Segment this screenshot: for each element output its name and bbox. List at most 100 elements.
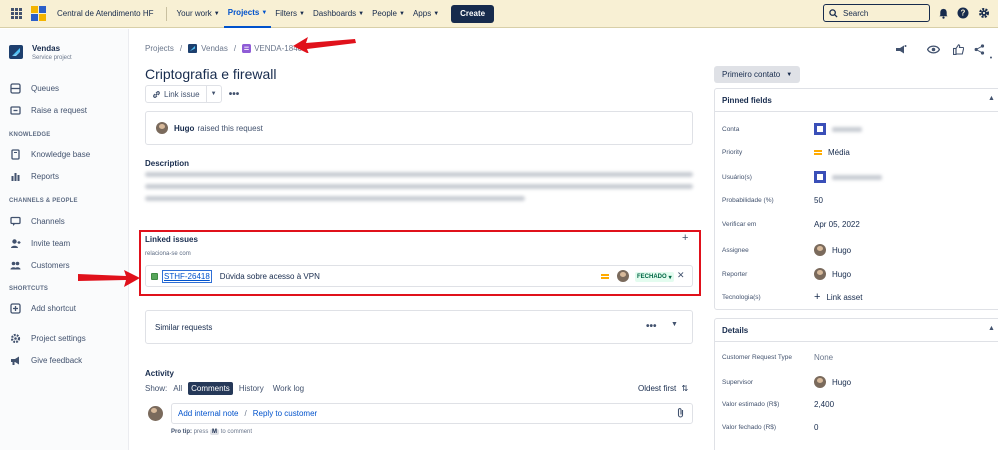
user-logo-icon [814,171,826,183]
app-switcher-icon[interactable] [11,8,22,19]
more-actions-icon[interactable]: ••• [224,85,244,103]
page-title: Criptografia e firewall [145,66,277,82]
annotation-arrow-icon [78,270,140,287]
project-type: Service project [32,55,72,61]
linked-issue-summary[interactable]: Dúvida sobre acesso à VPN [220,272,320,281]
annotation-arrow-icon [293,37,356,53]
search-placeholder: Search [843,8,869,18]
sidebar-item-invite-team[interactable]: Invite team [9,237,70,249]
notifications-bell-icon[interactable] [936,6,950,20]
linked-issue-key[interactable]: STHF-26418 [162,269,212,283]
tab-all[interactable]: All [170,382,185,395]
create-button[interactable]: Create [451,4,495,23]
activity-title: Activity [145,369,174,378]
chevron-down-icon[interactable]: ▼ [671,321,678,328]
chevron-up-icon[interactable]: ▲ [988,95,995,102]
project-sidebar: Vendas Service project Queues Raise a re… [0,29,129,450]
keyboard-key: M [210,429,220,435]
sidebar-item-add-shortcut[interactable]: Add shortcut [9,302,76,314]
comment-input[interactable]: Add internal note / Reply to customer [171,403,693,424]
avatar [156,122,168,134]
add-internal-note-link[interactable]: Add internal note [178,409,239,418]
project-avatar-icon [188,44,198,53]
site-logo-icon[interactable] [31,6,46,21]
similar-requests-label: Similar requests [155,322,213,332]
add-linked-issue-icon[interactable]: + [682,232,688,244]
unlink-close-icon[interactable]: ✕ [677,270,685,281]
field-assignee: Assignee Hugo [722,244,852,256]
sidebar-item-reports[interactable]: Reports [9,170,59,182]
details-header[interactable]: Details ▲ [715,319,998,342]
description-label: Description [145,159,190,168]
reporter-name[interactable]: Hugo [174,124,194,133]
linked-issue-row[interactable]: STHF-26418 Dúvida sobre acesso à VPN FEC… [145,265,693,287]
similar-requests-panel[interactable]: Similar requests ••• ▼ [145,310,693,344]
chevron-down-icon: ▼ [786,71,793,78]
status-badge[interactable]: FECHADO ▾ [635,272,674,282]
link-asset-button[interactable]: + Link asset [814,291,862,303]
pinned-fields-header[interactable]: Pinned fields ▲ [715,89,998,112]
channels-icon [9,215,21,227]
customers-icon [9,259,21,271]
breadcrumb: Projects / Vendas / VENDA-1840 [145,44,303,53]
chevron-up-icon[interactable]: ▲ [988,325,995,332]
top-navigation-bar: Central de Atendimento HF Your work ▼ Pro… [0,0,998,28]
tab-history[interactable]: History [236,382,267,395]
reply-to-customer-link[interactable]: Reply to customer [253,409,317,418]
chevron-down-icon: ▼ [213,10,220,17]
project-name: Vendas [32,44,61,53]
blurred-value [832,126,862,132]
project-header[interactable]: Vendas Service project [9,44,72,61]
attachment-paperclip-icon[interactable] [676,407,685,421]
raise-request-icon [9,104,21,116]
invite-icon [9,237,21,249]
watch-eye-icon[interactable] [926,42,940,56]
nav-people[interactable]: People ▼ [368,0,409,28]
field-probabilidade: Probabilidade (%) 50 [722,196,823,205]
sidebar-item-knowledge-base[interactable]: Knowledge base [9,148,90,160]
shortcuts-heading: SHORTCUTS [9,286,49,292]
nav-dashboards[interactable]: Dashboards ▼ [309,0,368,28]
field-tecnologia: Tecnologia(s) + Link asset [722,291,863,303]
more-icon[interactable]: ••• [646,321,657,332]
project-avatar-icon [9,45,23,59]
search-input[interactable]: Search [823,4,930,22]
main-nav: Your work ▼ Projects ▼ Filters ▼ Dashboards… [173,0,444,28]
breadcrumb-projects[interactable]: Projects [145,44,174,53]
priority-medium-icon [601,274,609,279]
description-blurred-text[interactable] [145,172,693,208]
nav-your-work[interactable]: Your work ▼ [173,0,224,28]
breadcrumb-project[interactable]: Vendas [201,44,228,53]
megaphone-icon [9,354,21,366]
plus-icon: + [814,291,821,303]
show-label: Show: [145,384,168,393]
site-title[interactable]: Central de Atendimento HF [57,9,154,18]
announce-megaphone-icon[interactable] [894,42,908,56]
nav-apps[interactable]: Apps ▼ [409,0,443,28]
knowledge-heading: KNOWLEDGE [9,132,51,138]
nav-filters[interactable]: Filters ▼ [271,0,309,28]
thumbs-up-icon[interactable] [951,42,965,56]
status-transition-button[interactable]: Primeiro contato ▼ [714,66,801,83]
sort-icon: ⇅ [681,384,689,393]
add-shortcut-icon [9,302,21,314]
sidebar-item-raise-request[interactable]: Raise a request [9,104,87,116]
help-icon[interactable]: ? [956,6,970,20]
raised-text: raised this request [197,123,263,133]
sidebar-item-customers[interactable]: Customers [9,259,70,271]
sidebar-item-give-feedback[interactable]: Give feedback [9,354,82,366]
avatar [814,376,826,388]
tab-work-log[interactable]: Work log [270,382,307,395]
settings-gear-icon[interactable] [977,6,991,20]
nav-projects[interactable]: Projects ▼ [223,0,272,28]
sort-order-button[interactable]: Oldest first ⇅ [638,384,688,393]
tab-comments[interactable]: Comments [188,382,233,395]
sidebar-item-queues[interactable]: Queues [9,82,59,94]
link-issue-dropdown-chevron-icon[interactable]: ▼ [207,91,221,97]
more-icon[interactable]: • [984,51,998,65]
link-issue-button[interactable]: Link issue [146,86,207,102]
sidebar-item-project-settings[interactable]: Project settings [9,332,86,344]
chevron-down-icon: ▼ [358,10,365,17]
sidebar-item-channels[interactable]: Channels [9,215,65,227]
chevron-down-icon: ▼ [299,10,305,17]
